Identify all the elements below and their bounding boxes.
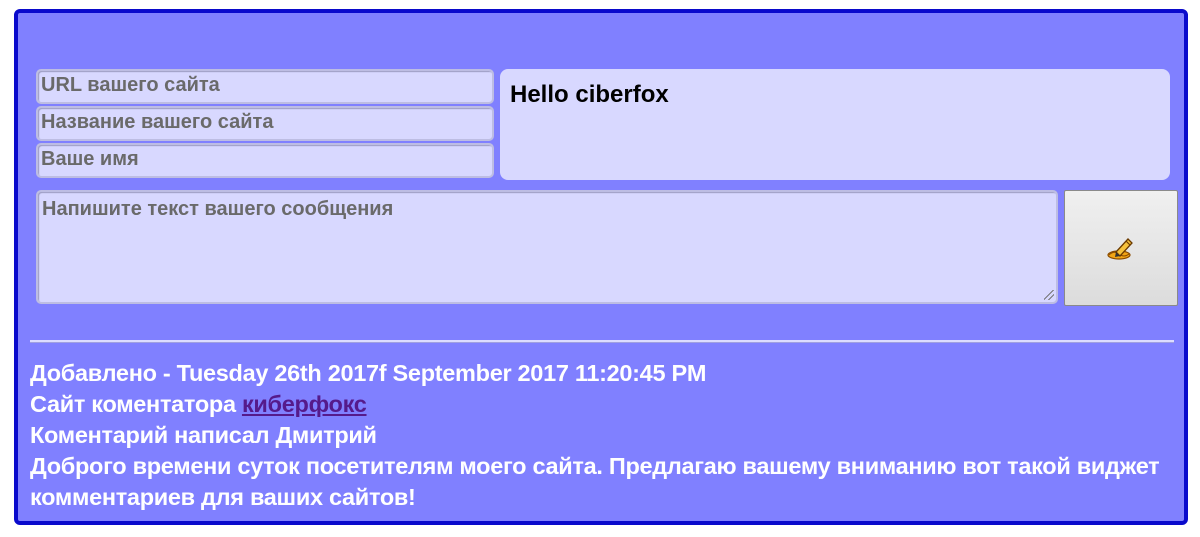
comment-site-line: Сайт коментатора киберфокс <box>30 389 1170 420</box>
comment-text: Доброго времени суток посетителям моего … <box>30 453 1160 510</box>
added-date: Tuesday 26th 2017f September 2017 11:20:… <box>176 360 707 386</box>
site-name-placeholder: Название вашего сайта <box>41 111 274 133</box>
preview-box: Hello ciberfox <box>500 69 1170 180</box>
pencil-icon <box>1107 238 1133 260</box>
url-field[interactable]: URL вашего сайта <box>36 69 494 104</box>
resize-grip[interactable] <box>1044 290 1054 300</box>
commenter-site-link[interactable]: киберфокс <box>242 391 367 417</box>
send-button[interactable] <box>1064 190 1178 306</box>
site-name-field[interactable]: Название вашего сайта <box>36 106 494 141</box>
message-textarea[interactable]: Напишите текст вашего сообщения <box>36 190 1058 304</box>
name-placeholder: Ваше имя <box>41 148 139 170</box>
preview-text: Hello ciberfox <box>510 81 669 108</box>
divider <box>30 340 1174 343</box>
added-prefix: Добавлено - <box>30 360 177 386</box>
url-placeholder: URL вашего сайта <box>41 74 220 96</box>
message-placeholder: Напишите текст вашего сообщения <box>42 198 394 220</box>
comment-widget: URL вашего сайта Название вашего сайта В… <box>14 9 1188 525</box>
site-prefix: Сайт коментатора <box>30 391 242 417</box>
name-field[interactable]: Ваше имя <box>36 143 494 178</box>
comment-author-line: Коментарий написал Дмитрий <box>30 422 377 448</box>
comment-date-line: Добавлено - Tuesday 26th 2017f September… <box>30 358 1170 389</box>
comment-entry: Добавлено - Tuesday 26th 2017f September… <box>30 358 1170 513</box>
